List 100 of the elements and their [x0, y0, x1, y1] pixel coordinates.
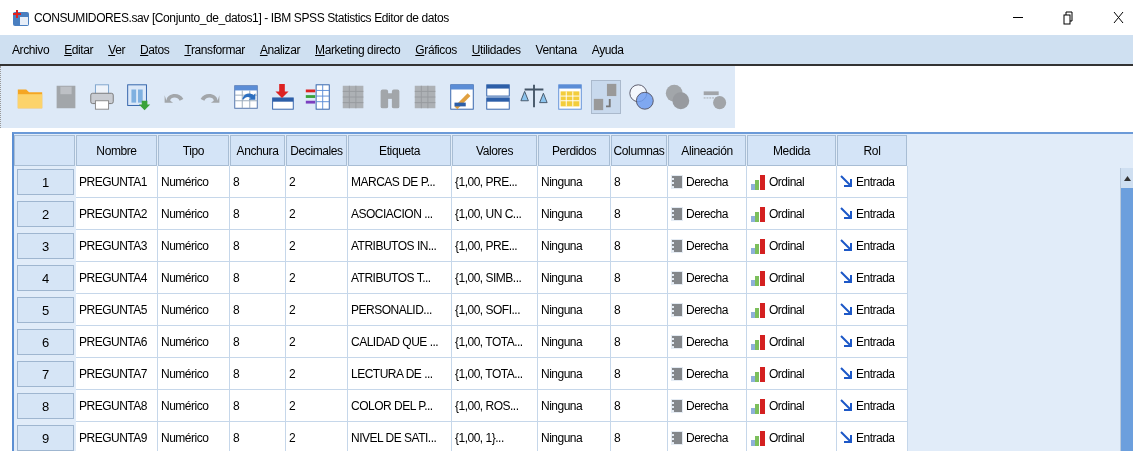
table-cell: 8 [230, 422, 286, 451]
table-cell: Entrada [856, 398, 895, 413]
table-cell: ASOCIACION ... [348, 198, 452, 230]
menu-item[interactable]: Ayuda [585, 42, 630, 57]
table-cell: Numérico [158, 326, 230, 358]
row-header[interactable]: 7 [17, 361, 74, 387]
row-header[interactable]: 9 [17, 425, 74, 451]
table-cell: 8 [611, 294, 668, 326]
menu-item[interactable]: Marketing directo [309, 42, 407, 57]
row-header[interactable]: 2 [17, 201, 74, 227]
table-cell: {1,00, PRE... [452, 166, 538, 198]
table-cell: 8 [230, 390, 286, 422]
row-header[interactable]: 5 [17, 297, 74, 323]
arrow-icon [840, 335, 853, 348]
row-header[interactable]: 4 [17, 265, 74, 291]
table-cell: 8 [230, 230, 286, 262]
bar-chart-icon [750, 173, 766, 190]
menu-item[interactable]: Editar [58, 42, 100, 57]
table-cell: 2 [286, 166, 348, 198]
table-cell: PREGUNTA2 [76, 198, 158, 230]
column-header[interactable]: Rol [837, 135, 907, 166]
table-cell: {1,00, TOTA... [452, 326, 538, 358]
table-cell: 8 [611, 358, 668, 390]
arrow-icon [840, 399, 853, 412]
column-header[interactable]: Tipo [158, 135, 229, 166]
table-cell: {1,00, SOFI... [452, 294, 538, 326]
table-cell: 2 [286, 198, 348, 230]
scrollbar[interactable] [1120, 168, 1133, 451]
bar-chart-icon [750, 205, 766, 222]
table-cell: Ninguna [538, 262, 611, 294]
table-cell: 8 [611, 326, 668, 358]
column-header[interactable]: Etiqueta [348, 135, 451, 166]
table-cell: Entrada [856, 430, 895, 445]
table-cell: ATRIBUTOS IN... [348, 230, 452, 262]
arrow-icon [840, 431, 853, 444]
menu-item[interactable]: Datos [134, 42, 176, 57]
table-cell: ATRIBUTOS T... [348, 262, 452, 294]
table-cell: PREGUNTA7 [76, 358, 158, 390]
column-header[interactable]: Medida [747, 135, 836, 166]
table-cell: Numérico [158, 390, 230, 422]
arrow-icon [840, 303, 853, 316]
table-cell: 8 [611, 230, 668, 262]
table-cell: NIVEL DE SATI... [348, 422, 452, 451]
column-header[interactable]: Columnas [611, 135, 667, 166]
bar-chart-icon [750, 365, 766, 382]
menu-item[interactable]: Analizar [253, 42, 307, 57]
menu-item[interactable]: Archivo [6, 42, 56, 57]
table-cell: Ninguna [538, 358, 611, 390]
table-cell: {1,00, SIMB... [452, 262, 538, 294]
table-cell: 2 [286, 294, 348, 326]
column-header[interactable]: Valores [452, 135, 537, 166]
table-cell: {1,00, TOTA... [452, 358, 538, 390]
menu-item[interactable]: Ventana [529, 42, 583, 57]
table-cell: Ninguna [538, 166, 611, 198]
table-cell: Derecha [686, 206, 728, 221]
menu-item[interactable]: Transformar [178, 42, 251, 57]
column-header[interactable]: Perdidos [538, 135, 610, 166]
table-cell: 2 [286, 390, 348, 422]
table-cell: PREGUNTA9 [76, 422, 158, 451]
table-cell: 8 [230, 166, 286, 198]
table-cell: PREGUNTA8 [76, 390, 158, 422]
table-cell: {1,00, UN C... [452, 198, 538, 230]
table-cell: MARCAS DE P... [348, 166, 452, 198]
close-icon[interactable] [1112, 11, 1124, 24]
table-cell: Ordinal [769, 334, 805, 349]
app-icon [12, 8, 30, 27]
window-title: CONSUMIDORES.sav [Conjunto_de_datos1] - IBM SPSS Statistics Editor de datos [34, 10, 450, 25]
row-header[interactable]: 8 [17, 393, 74, 419]
arrow-icon [840, 367, 853, 380]
restore-icon[interactable] [1063, 10, 1073, 25]
table-cell: Derecha [686, 238, 728, 253]
table-cell: PREGUNTA5 [76, 294, 158, 326]
menu-item[interactable]: Gráficos [409, 42, 463, 57]
bar-chart-icon [750, 301, 766, 318]
align-right-icon [671, 398, 683, 413]
table-cell: 8 [230, 262, 286, 294]
align-right-icon [671, 174, 683, 189]
table-cell: 8 [611, 422, 668, 451]
table-cell: {1,00, ROS... [452, 390, 538, 422]
bar-chart-icon [750, 269, 766, 286]
scroll-up-icon[interactable] [1123, 175, 1131, 181]
row-header[interactable]: 6 [17, 329, 74, 355]
minimize-icon[interactable] [1013, 16, 1023, 19]
table-cell: 8 [230, 326, 286, 358]
menu-item[interactable]: Ver [102, 42, 131, 57]
table-cell: Ordinal [769, 238, 805, 253]
table-cell: Derecha [686, 430, 728, 445]
column-header[interactable]: Anchura [230, 135, 285, 166]
align-right-icon [671, 302, 683, 317]
table-cell: 8 [230, 294, 286, 326]
column-header[interactable]: Decimales [286, 135, 347, 166]
table-cell: Derecha [686, 366, 728, 381]
column-header[interactable]: Nombre [76, 135, 157, 166]
row-header[interactable]: 3 [17, 233, 74, 259]
table-cell: Ordinal [769, 398, 805, 413]
column-header[interactable]: Alineación [668, 135, 746, 166]
row-header[interactable]: 1 [17, 169, 74, 195]
menu-item[interactable]: Utilidades [465, 42, 527, 57]
align-right-icon [671, 238, 683, 253]
table-cell: Entrada [856, 238, 895, 253]
